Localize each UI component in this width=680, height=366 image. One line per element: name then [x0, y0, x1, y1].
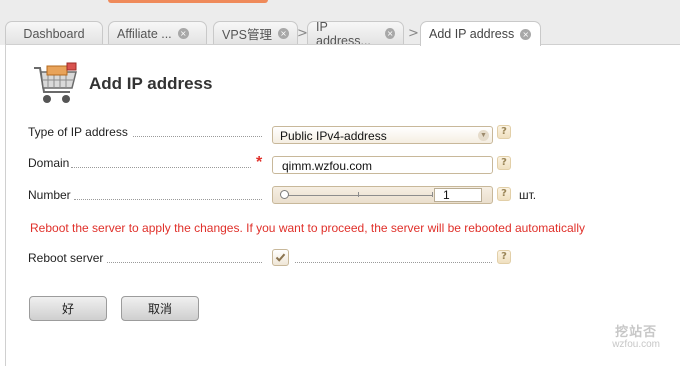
page-title: Add IP address: [89, 74, 213, 93]
watermark: 挖站否 wzfou.com: [612, 326, 660, 350]
number-value: 1: [443, 188, 450, 202]
tab-add-ip-address[interactable]: Add IP address ×: [420, 21, 541, 46]
required-star: *: [256, 154, 263, 171]
leader-dots: [107, 262, 262, 263]
reboot-checkbox[interactable]: [272, 249, 289, 266]
slider-thumb[interactable]: [280, 190, 289, 199]
checkmark-icon: [275, 253, 286, 262]
close-icon[interactable]: ×: [385, 28, 395, 39]
number-unit: шт.: [519, 188, 537, 202]
number-input[interactable]: 1: [434, 188, 482, 202]
tab-dashboard[interactable]: Dashboard: [5, 21, 103, 45]
tab-label: Dashboard: [23, 26, 85, 41]
slider-tick: [358, 192, 359, 197]
slider-track: [285, 195, 433, 196]
tab-bar: Dashboard Affiliate ... × VPS管理 × > IP a…: [0, 0, 680, 48]
help-icon[interactable]: ?: [497, 156, 511, 170]
leader-dots: [133, 136, 262, 137]
help-icon[interactable]: ?: [497, 187, 511, 201]
ip-type-label: Type of IP address: [28, 125, 128, 139]
close-icon[interactable]: ×: [278, 28, 289, 39]
domain-label: Domain: [28, 156, 70, 170]
help-icon[interactable]: ?: [497, 125, 511, 139]
domain-input[interactable]: qimm.wzfou.com: [272, 156, 493, 174]
chevron-right-icon: >: [408, 26, 419, 41]
number-label: Number: [28, 188, 71, 202]
leader-dots: [74, 199, 262, 200]
watermark-text: 挖站否: [615, 324, 658, 340]
tab-label: Affiliate ...: [117, 26, 172, 41]
tab-affiliate[interactable]: Affiliate ... ×: [108, 21, 207, 45]
watermark-url: wzfou.com: [612, 338, 660, 350]
reboot-warning: Reboot the server to apply the changes. …: [30, 221, 585, 235]
tab-accent-bar: [108, 0, 268, 3]
shopping-cart-icon: [34, 62, 77, 103]
leader-dots: [295, 262, 492, 263]
ip-type-select[interactable]: Public IPv4-address ▼: [272, 126, 493, 144]
close-icon[interactable]: ×: [177, 28, 189, 39]
cancel-button[interactable]: 取消: [121, 296, 199, 321]
chevron-down-icon: ▼: [478, 130, 489, 141]
tab-vps[interactable]: VPS管理 ×: [213, 21, 298, 45]
help-icon[interactable]: ?: [497, 250, 511, 264]
slider-tick: [432, 192, 433, 197]
tab-label: Add IP address: [429, 27, 515, 41]
ok-button[interactable]: 好: [29, 296, 107, 321]
ip-type-value: Public IPv4-address: [280, 129, 387, 143]
close-icon[interactable]: ×: [520, 28, 532, 40]
leader-dots: [71, 167, 251, 168]
number-slider[interactable]: 1: [272, 186, 493, 204]
tab-label: VPS管理: [222, 28, 273, 42]
tab-ip-address[interactable]: IP address... ×: [307, 20, 404, 48]
reboot-label: Reboot server: [28, 251, 104, 265]
domain-value: qimm.wzfou.com: [282, 159, 373, 173]
